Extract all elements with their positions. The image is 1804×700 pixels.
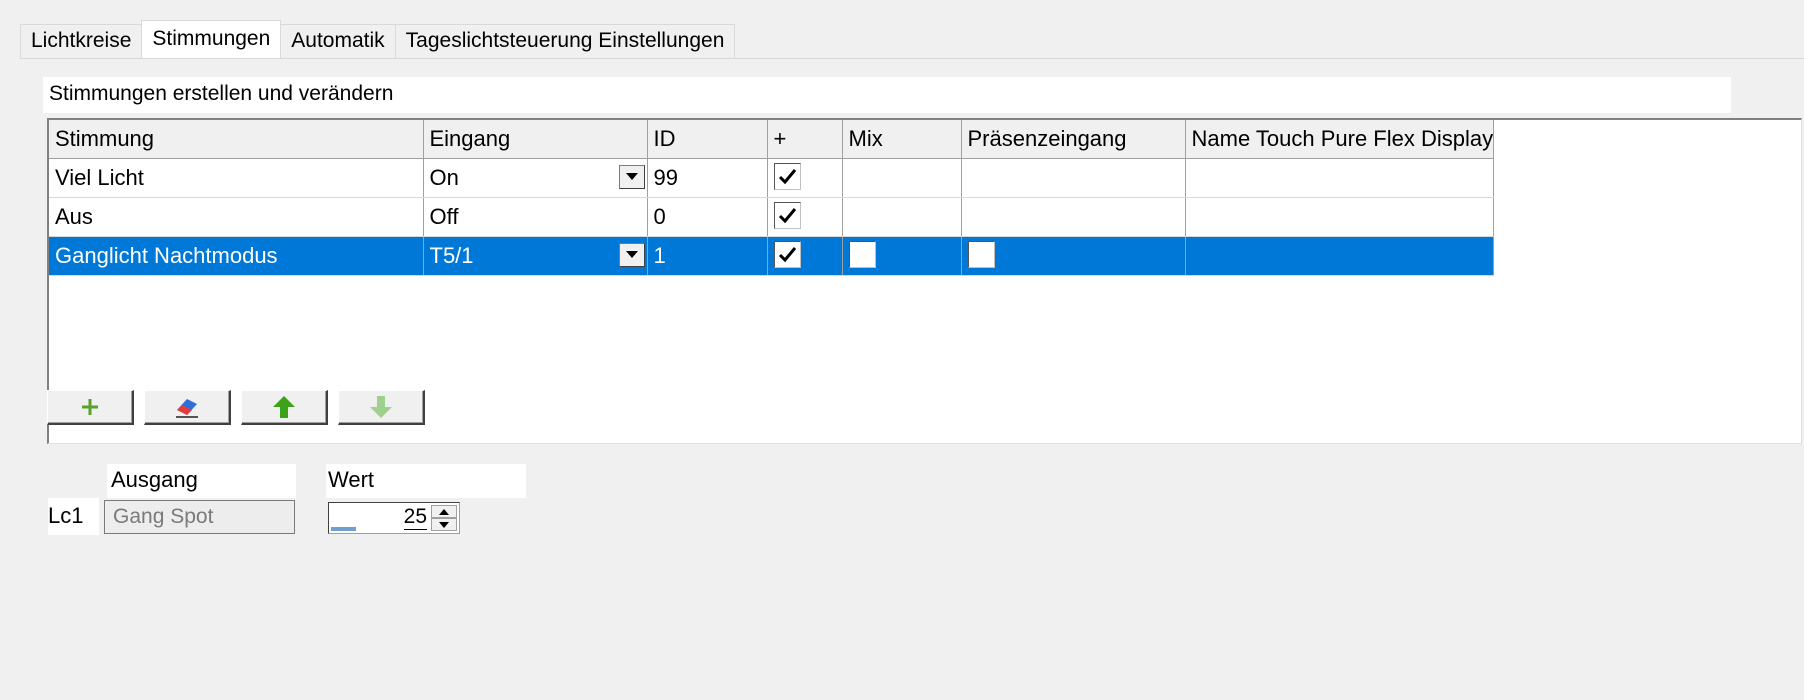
wert-value[interactable]: 25 xyxy=(403,505,427,530)
spin-buttons xyxy=(431,505,457,531)
plus-checkbox[interactable] xyxy=(773,163,801,191)
cell-mix[interactable] xyxy=(842,158,962,198)
cell-mix[interactable] xyxy=(842,197,962,237)
chevron-down-icon xyxy=(625,173,638,180)
eingang-value: T5/1 xyxy=(429,242,474,268)
wert-level-bar xyxy=(331,527,356,531)
plus-checkbox[interactable] xyxy=(773,202,801,230)
chevron-up-icon xyxy=(439,508,449,515)
cell-name-touch[interactable] xyxy=(1185,158,1495,198)
lc-label: Lc1 xyxy=(48,498,99,535)
section-title: Stimmungen erstellen und verändern xyxy=(43,77,1731,113)
dropdown-button[interactable] xyxy=(618,242,645,267)
delete-button[interactable] xyxy=(144,390,231,425)
column-header-eingang[interactable]: Eingang xyxy=(423,120,648,159)
stimmungen-table: Stimmung Eingang ID + Mix Präsenzeingang… xyxy=(49,120,1495,276)
checkmark-icon xyxy=(778,247,796,263)
eraser-icon xyxy=(176,399,198,418)
column-header-name-touch[interactable]: Name Touch Pure Flex Display xyxy=(1185,120,1495,159)
cell-mix[interactable] xyxy=(842,236,962,276)
spin-down-button[interactable] xyxy=(431,518,457,531)
table-header-row: Stimmung Eingang ID + Mix Präsenzeingang… xyxy=(49,120,1495,159)
grid-toolbar xyxy=(47,390,425,425)
cell-eingang[interactable]: Off xyxy=(423,197,648,237)
spin-up-button[interactable] xyxy=(431,505,457,518)
tab-automatik[interactable]: Automatik xyxy=(280,24,396,58)
ausgang-label: Ausgang xyxy=(107,464,296,498)
cell-praesenzeingang[interactable] xyxy=(961,158,1186,198)
cell-eingang[interactable]: On xyxy=(423,158,648,198)
chevron-down-icon xyxy=(625,251,638,258)
checkmark-icon xyxy=(778,169,796,185)
column-header-praesenzeingang[interactable]: Präsenzeingang xyxy=(961,120,1186,159)
tab-stimmungen[interactable]: Stimmungen xyxy=(141,20,282,58)
tab-panel-stimmungen: Stimmungen erstellen und verändern Stimm… xyxy=(20,59,1804,700)
mix-checkbox[interactable] xyxy=(848,241,876,269)
table-row[interactable]: Viel Licht On 99 xyxy=(49,158,1495,198)
cell-id[interactable]: 1 xyxy=(647,236,768,276)
eingang-value: On xyxy=(429,164,459,190)
move-up-button[interactable] xyxy=(241,390,328,425)
cell-plus[interactable] xyxy=(767,197,843,237)
cell-id[interactable]: 0 xyxy=(647,197,768,237)
cell-stimmung[interactable]: Aus xyxy=(49,197,424,237)
wert-label: Wert xyxy=(326,464,526,498)
checkmark-icon xyxy=(778,208,796,224)
arrow-down-icon xyxy=(370,396,392,418)
column-header-plus[interactable]: + xyxy=(767,120,843,159)
cell-eingang[interactable]: T5/1 xyxy=(423,236,648,276)
plus-checkbox[interactable] xyxy=(773,241,801,269)
cell-name-touch[interactable] xyxy=(1185,236,1495,276)
table-row-selected[interactable]: Ganglicht Nachtmodus T5/1 1 xyxy=(49,236,1495,276)
chevron-down-icon xyxy=(439,521,449,528)
praesenz-checkbox[interactable] xyxy=(967,241,995,269)
move-down-button[interactable] xyxy=(338,390,425,425)
cell-praesenzeingang[interactable] xyxy=(961,197,1186,237)
cell-name-touch[interactable] xyxy=(1185,197,1495,237)
cell-stimmung[interactable]: Viel Licht xyxy=(49,158,424,198)
cell-plus[interactable] xyxy=(767,158,843,198)
cell-praesenzeingang[interactable] xyxy=(961,236,1186,276)
column-header-stimmung[interactable]: Stimmung xyxy=(49,120,424,159)
tab-tageslichtsteuerung[interactable]: Tageslichtsteuerung Einstellungen xyxy=(394,24,736,58)
dropdown-button[interactable] xyxy=(618,164,645,189)
table-row[interactable]: Aus Off 0 xyxy=(49,197,1495,237)
tab-bar: Lichtkreise Stimmungen Automatik Tagesli… xyxy=(20,20,736,58)
column-header-mix[interactable]: Mix xyxy=(842,120,962,159)
tab-lichtkreise[interactable]: Lichtkreise xyxy=(20,24,143,58)
cell-stimmung[interactable]: Ganglicht Nachtmodus xyxy=(49,236,424,276)
cell-plus[interactable] xyxy=(767,236,843,276)
ausgang-field[interactable]: Gang Spot xyxy=(104,500,295,534)
column-header-id[interactable]: ID xyxy=(647,120,768,159)
wert-spinbox[interactable]: 25 xyxy=(328,502,460,534)
plus-icon xyxy=(82,399,98,415)
arrow-up-icon xyxy=(273,396,295,418)
cell-id[interactable]: 99 xyxy=(647,158,768,198)
add-button[interactable] xyxy=(47,390,134,425)
